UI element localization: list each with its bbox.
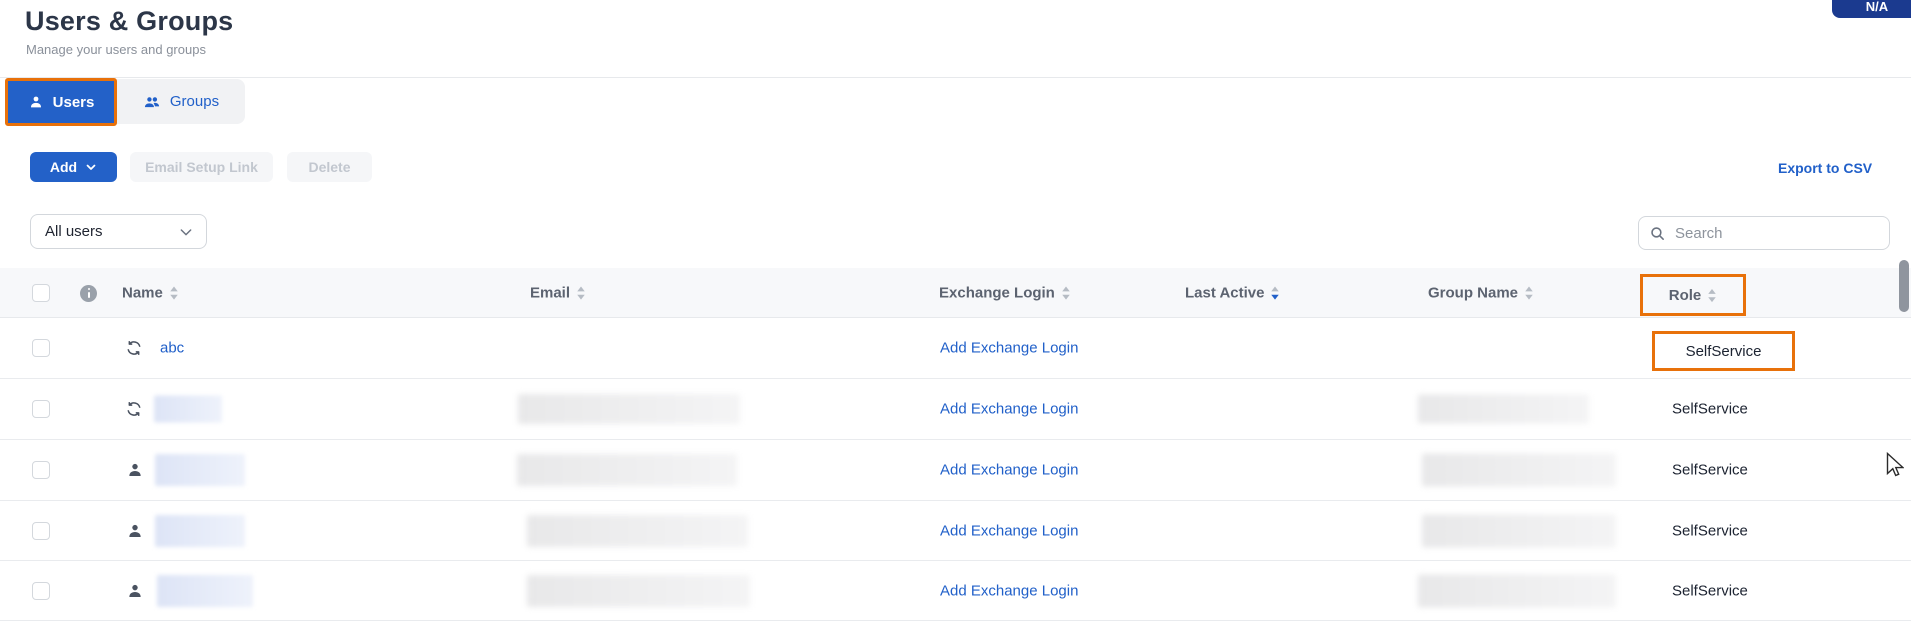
row-checkbox[interactable] (32, 522, 50, 540)
row-checkbox-wrap (32, 339, 50, 357)
vertical-scrollbar-thumb[interactable] (1899, 260, 1909, 312)
redacted-group-name (1418, 395, 1589, 424)
sync-icon (124, 338, 144, 358)
export-to-csv-link[interactable]: Export to CSV (1778, 160, 1872, 176)
chevron-down-icon (178, 224, 194, 240)
header-divider (0, 77, 1911, 78)
mouse-cursor-icon (1886, 452, 1904, 484)
sort-icon (169, 285, 179, 300)
row-checkbox-wrap (32, 582, 50, 600)
column-header-last-active[interactable]: Last Active (1185, 284, 1280, 301)
row-checkbox[interactable] (32, 339, 50, 357)
row-checkbox[interactable] (32, 461, 50, 479)
table-row: Add Exchange Login SelfService (0, 501, 1911, 561)
na-badge: N/A (1832, 0, 1911, 18)
search-input[interactable] (1675, 225, 1879, 242)
search-field[interactable] (1638, 216, 1890, 250)
user-icon (126, 582, 144, 600)
add-button-label: Add (50, 159, 77, 175)
column-header-role-label: Role (1669, 287, 1702, 304)
user-icon (126, 522, 144, 540)
sync-icon (124, 399, 144, 419)
column-header-exchange-login[interactable]: Exchange Login (939, 284, 1071, 301)
user-filter-dropdown[interactable]: All users (30, 214, 207, 249)
column-header-group-name[interactable]: Group Name (1428, 284, 1534, 301)
add-exchange-login-link[interactable]: Add Exchange Login (940, 522, 1078, 539)
redacted-email (527, 575, 750, 607)
tab-groups-label: Groups (170, 93, 219, 110)
email-setup-link-button: Email Setup Link (130, 152, 273, 182)
row-checkbox[interactable] (32, 582, 50, 600)
role-value: SelfService (1672, 401, 1748, 418)
user-icon (126, 461, 144, 479)
redacted-name (155, 515, 245, 547)
redacted-group-name (1422, 514, 1616, 547)
add-button[interactable]: Add (30, 152, 117, 182)
redacted-name (157, 575, 253, 607)
sort-icon (1524, 285, 1534, 300)
sort-icon-active-desc (1270, 285, 1280, 300)
column-header-last-active-label: Last Active (1185, 284, 1264, 301)
column-header-role[interactable]: Role (1640, 274, 1746, 316)
column-header-group-name-label: Group Name (1428, 284, 1518, 301)
redacted-email (518, 394, 740, 424)
add-exchange-login-link[interactable]: Add Exchange Login (940, 401, 1078, 418)
row-checkbox-wrap (32, 461, 50, 479)
sort-icon (576, 285, 586, 300)
search-icon (1649, 225, 1666, 242)
user-name-link[interactable]: abc (160, 340, 184, 357)
role-value-highlighted: SelfService (1652, 331, 1795, 371)
table-header: Name Email Exchange Login Last Active Gr… (0, 268, 1911, 318)
page-subtitle: Manage your users and groups (26, 42, 206, 57)
select-all-checkbox[interactable] (32, 284, 50, 302)
row-checkbox[interactable] (32, 400, 50, 418)
tab-users[interactable]: Users (5, 78, 117, 126)
table-row: Add Exchange Login SelfService (0, 561, 1911, 621)
column-header-name[interactable]: Name (122, 284, 179, 301)
sort-icon (1061, 285, 1071, 300)
redacted-email (517, 454, 737, 486)
delete-button-label: Delete (308, 159, 350, 175)
redacted-group-name (1422, 454, 1616, 487)
add-exchange-login-link[interactable]: Add Exchange Login (940, 462, 1078, 479)
add-exchange-login-link[interactable]: Add Exchange Login (940, 340, 1078, 357)
delete-button: Delete (287, 152, 372, 182)
redacted-name (154, 396, 222, 423)
redacted-email (527, 515, 748, 547)
role-value: SelfService (1672, 462, 1748, 479)
chevron-down-icon (85, 161, 97, 173)
user-icon (28, 94, 44, 110)
group-icon (143, 94, 161, 110)
info-icon[interactable] (80, 285, 97, 302)
row-checkbox-wrap (32, 522, 50, 540)
column-header-email-label: Email (530, 284, 570, 301)
column-header-exchange-login-label: Exchange Login (939, 284, 1055, 301)
email-setup-link-label: Email Setup Link (145, 159, 258, 175)
page-title: Users & Groups (25, 6, 233, 37)
tab-groups[interactable]: Groups (117, 79, 245, 124)
table-row: Add Exchange Login SelfService (0, 379, 1911, 440)
sort-icon (1707, 288, 1717, 303)
add-exchange-login-link[interactable]: Add Exchange Login (940, 582, 1078, 599)
tab-users-label: Users (53, 94, 95, 111)
table-row: abc Add Exchange Login SelfService (0, 318, 1911, 379)
role-value: SelfService (1672, 582, 1748, 599)
role-value: SelfService (1672, 522, 1748, 539)
column-header-name-label: Name (122, 284, 163, 301)
table-row: Add Exchange Login SelfService (0, 440, 1911, 501)
redacted-group-name (1418, 574, 1616, 607)
user-filter-value: All users (45, 223, 178, 240)
column-header-email[interactable]: Email (530, 284, 586, 301)
row-checkbox-wrap (32, 400, 50, 418)
redacted-name (155, 454, 245, 486)
